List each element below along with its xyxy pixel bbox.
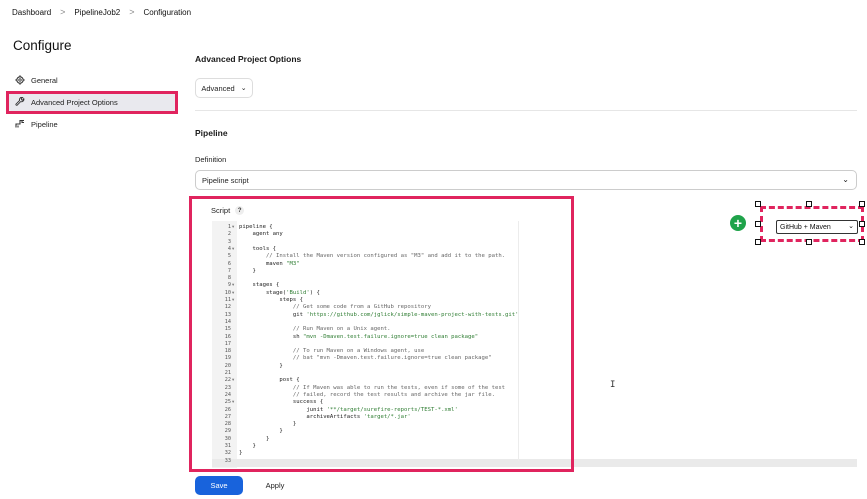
gear-icon: [15, 75, 25, 85]
advanced-section-title: Advanced Project Options: [195, 54, 302, 64]
advanced-button-label: Advanced: [201, 83, 235, 93]
add-icon[interactable]: +: [730, 215, 746, 231]
breadcrumb-job[interactable]: PipelineJob2: [74, 8, 120, 17]
definition-select[interactable]: Pipeline script ⌄: [195, 170, 857, 190]
highlight-sidebar-advanced: [6, 91, 178, 114]
sidebar-item-label: Pipeline: [31, 119, 58, 129]
breadcrumb-configuration[interactable]: Configuration: [143, 8, 191, 17]
breadcrumb: Dashboard > PipelineJob2 > Configuration: [0, 0, 867, 24]
chevron-down-icon: ⌄: [240, 85, 247, 92]
resize-handle: [755, 221, 761, 227]
highlight-script-editor: [189, 196, 574, 472]
resize-handle: [755, 239, 761, 245]
chevron-down-icon: ⌄: [842, 175, 849, 184]
resize-handle: [859, 201, 865, 207]
definition-select-value: Pipeline script: [202, 175, 249, 185]
sidebar-item-general[interactable]: General: [8, 71, 178, 89]
breadcrumb-dashboard[interactable]: Dashboard: [12, 8, 51, 17]
save-button[interactable]: Save: [195, 476, 243, 495]
advanced-button[interactable]: Advanced ⌄: [195, 78, 253, 98]
breadcrumb-separator: >: [129, 7, 135, 17]
text-cursor-icon: I: [610, 380, 616, 390]
resize-handle: [859, 221, 865, 227]
resize-handle: [806, 239, 812, 245]
definition-label: Definition: [195, 155, 227, 164]
resize-handle: [755, 201, 761, 207]
pipeline-icon: [15, 119, 25, 129]
sidebar-item-label: General: [31, 75, 58, 85]
resize-handle: [859, 239, 865, 245]
sidebar-title: Configure: [13, 38, 72, 53]
sample-script-select[interactable]: GitHub + Maven ⌄: [776, 220, 858, 234]
apply-button[interactable]: Apply: [252, 476, 298, 495]
pipeline-section-title: Pipeline: [195, 128, 228, 138]
sample-script-value: GitHub + Maven: [780, 223, 831, 231]
chevron-down-icon: ⌄: [848, 223, 854, 230]
sidebar-item-pipeline[interactable]: Pipeline: [8, 115, 178, 133]
resize-handle: [806, 201, 812, 207]
divider: [195, 110, 857, 111]
breadcrumb-separator: >: [60, 7, 66, 17]
